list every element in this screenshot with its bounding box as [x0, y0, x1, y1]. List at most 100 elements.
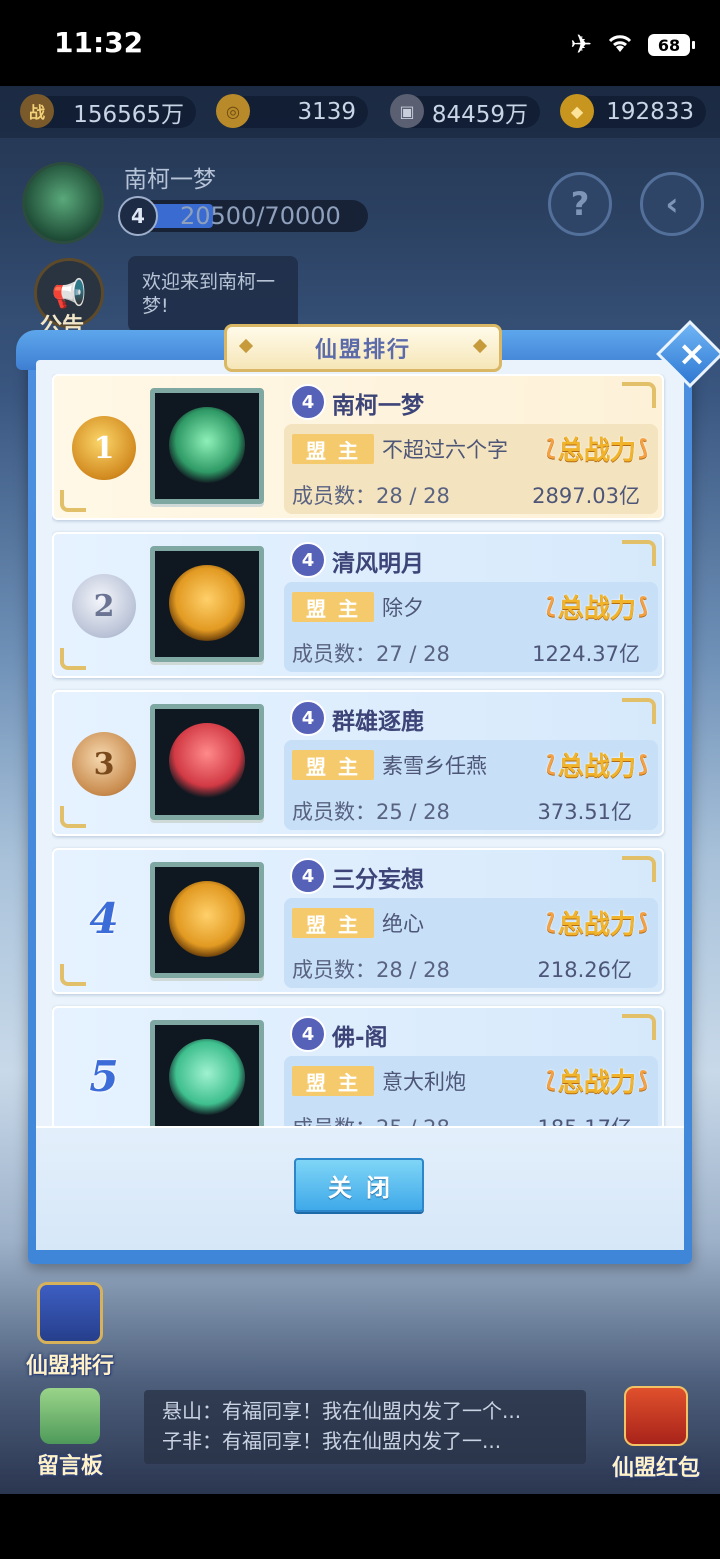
leader-tag: 盟主 [292, 592, 374, 622]
rank-number: 5 [89, 1052, 119, 1101]
member-count: 成员数：27 / 28 [292, 642, 450, 666]
guild-info-panel: 盟主 绝心 总战力 成员数：28 / 28 218.26亿 [284, 898, 658, 988]
airplane-mode-icon: ✈ [570, 30, 592, 60]
green-lotus-emblem-icon [169, 1039, 245, 1115]
message-board-button[interactable]: 留言板 [28, 1388, 112, 1480]
guild-emblem-avatar [22, 162, 104, 244]
guild-name: 南柯一梦 [332, 393, 424, 419]
megaphone-icon: 📢 [51, 276, 87, 310]
guild-emblem [150, 1020, 264, 1126]
coin-icon: ◎ [216, 94, 250, 128]
total-power-value: 185.17亿 [538, 1112, 632, 1126]
chat-ticker[interactable]: 悬山：有福同享！我在仙盟内发了一个... 子非：有福同享！我在仙盟内发了一... [144, 1390, 586, 1464]
total-power-label: 总战力 [546, 746, 648, 782]
guild-name: 佛-阁 [332, 1025, 388, 1051]
green-triskelion-emblem-icon [169, 407, 245, 483]
red-crossed-swords-emblem-icon [169, 723, 245, 799]
gold-ingot-icon: ◆ [560, 94, 594, 128]
guild-level-badge: 4 [290, 542, 326, 578]
member-count: 成员数：25 / 28 [292, 800, 450, 824]
member-count: 成员数：28 / 28 [292, 484, 450, 508]
question-icon: ? [570, 185, 590, 223]
currency-coin: ◎ 3139 [216, 94, 368, 128]
guild-info-panel: 盟主 除夕 总战力 成员数：27 / 28 1224.37亿 [284, 582, 658, 672]
corner-ornament [60, 648, 86, 670]
guild-info-panel: 盟主 不超过六个字 总战力 成员数：28 / 28 2897.03亿 [284, 424, 658, 514]
announcement-bubble: 欢迎来到南柯一梦! [128, 256, 298, 332]
guild-emblem [150, 388, 264, 504]
scroll-icon [40, 1388, 100, 1444]
corner-ornament [60, 806, 86, 828]
corner-ornament [622, 540, 656, 566]
total-power-label: 总战力 [546, 588, 648, 624]
close-button[interactable]: 关闭 [294, 1158, 424, 1212]
guild-name: 三分妄想 [332, 867, 424, 893]
close-icon[interactable]: × [672, 334, 712, 374]
guild-ranking-button[interactable]: 仙盟排行 [18, 1282, 122, 1380]
corner-ornament [622, 698, 656, 724]
corner-ornament [622, 382, 656, 408]
guild-ranking-dialog: 仙盟排行 × 1 4 南柯一梦 盟主 不超过六个字 总战力 成员数：28 / 2… [16, 320, 720, 1264]
leader-name: 素雪乡任燕 [382, 754, 487, 778]
guild-level-badge: 4 [290, 858, 326, 894]
guild-exp-text: 20500/70000 [180, 202, 341, 230]
currency-gold-ingot: ◆ 192833 [560, 94, 706, 128]
guild-info-panel: 盟主 素雪乡任燕 总战力 成员数：25 / 28 373.51亿 [284, 740, 658, 830]
home-indicator-area [0, 1494, 720, 1559]
total-power-value: 1224.37亿 [532, 642, 640, 666]
status-time: 11:32 [54, 26, 144, 59]
guild-name: 清风明月 [332, 551, 424, 577]
total-power-value: 2897.03亿 [532, 484, 640, 508]
ranking-row[interactable]: 3 4 群雄逐鹿 盟主 素雪乡任燕 总战力 成员数：25 / 28 373.51… [52, 690, 664, 836]
rank-number: 4 [89, 894, 119, 943]
dialog-title: 仙盟排行 [314, 338, 411, 363]
dialog-title-plaque: 仙盟排行 [224, 324, 502, 372]
battle-power-icon: 战 [20, 94, 54, 128]
ornament-icon [238, 338, 254, 354]
member-count: 成员数：25 / 28 [292, 1112, 450, 1126]
ranking-row[interactable]: 4 4 三分妄想 盟主 绝心 总战力 成员数：28 / 28 218.26亿 [52, 848, 664, 994]
guild-level-badge: 4 [290, 1016, 326, 1052]
corner-ornament [622, 1014, 656, 1040]
corner-ornament [60, 964, 86, 986]
leader-name: 绝心 [382, 912, 424, 936]
total-power-value: 218.26亿 [537, 958, 632, 982]
guild-red-packet-button[interactable]: 仙盟红包 [604, 1386, 708, 1482]
rank-2-medal-icon: 2 [72, 574, 136, 638]
leader-tag: 盟主 [292, 434, 374, 464]
guild-level-badge: 4 [118, 196, 158, 236]
ranking-row[interactable]: 2 4 清风明月 盟主 除夕 总战力 成员数：27 / 28 1224.37亿 [52, 532, 664, 678]
status-bar: 11:32 ✈ 68 [0, 0, 720, 86]
total-power-label: 总战力 [546, 430, 648, 466]
guild-name: 南柯一梦 [124, 167, 216, 193]
currency-silver: ▣ 84459万 [390, 94, 540, 128]
total-power-label: 总战力 [546, 904, 648, 940]
guild-emblem [150, 862, 264, 978]
ranking-row[interactable]: 1 4 南柯一梦 盟主 不超过六个字 总战力 成员数：28 / 28 2897.… [52, 374, 664, 520]
ranking-row[interactable]: 5 4 佛-阁 盟主 意大利炮 总战力 成员数：25 / 28 185.17亿 [52, 1006, 664, 1126]
help-button[interactable]: ? [548, 172, 612, 236]
red-packet-icon [624, 1386, 688, 1446]
ranking-list[interactable]: 1 4 南柯一梦 盟主 不超过六个字 总战力 成员数：28 / 28 2897.… [52, 374, 668, 1126]
back-arrow-icon: ‹ [665, 185, 679, 223]
chat-line: 子非：有福同享！我在仙盟内发了一... [162, 1429, 502, 1453]
rank-3-medal-icon: 3 [72, 732, 136, 796]
member-count: 成员数：28 / 28 [292, 958, 450, 982]
gold-swirl-emblem-icon [169, 881, 245, 957]
leader-tag: 盟主 [292, 750, 374, 780]
back-button[interactable]: ‹ [640, 172, 704, 236]
silver-coin-icon: ▣ [390, 94, 424, 128]
ranking-banner-icon [37, 1282, 103, 1344]
total-power-value: 373.51亿 [537, 800, 632, 824]
leader-name: 除夕 [382, 596, 424, 620]
gold-swirl-emblem-icon [169, 565, 245, 641]
guild-level-badge: 4 [290, 700, 326, 736]
chat-line: 悬山：有福同享！我在仙盟内发了一个... [162, 1399, 522, 1423]
total-power-label: 总战力 [546, 1062, 648, 1098]
guild-level-badge: 4 [290, 384, 326, 420]
leader-name: 不超过六个字 [382, 438, 508, 462]
guild-emblem [150, 546, 264, 662]
corner-ornament [60, 490, 86, 512]
leader-name: 意大利炮 [382, 1070, 466, 1094]
wifi-icon [606, 32, 634, 58]
